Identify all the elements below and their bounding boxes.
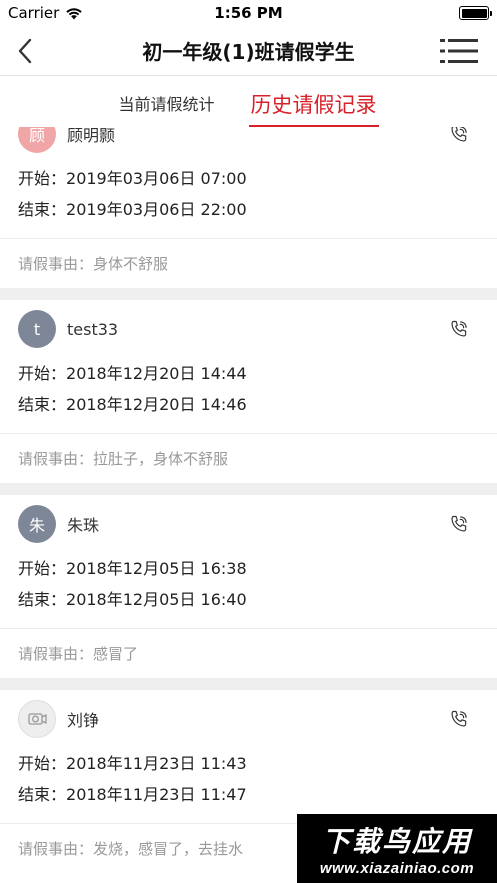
card-separator xyxy=(0,678,497,690)
leave-record-card: 顾 顾明颢 开始：2019年03月06日 07:00 结束：2019年03月06… xyxy=(0,127,497,288)
record-header: t test33 xyxy=(0,300,497,358)
end-time-row: 结束：2019年03月06日 22:00 xyxy=(0,194,497,225)
tab-history-leave[interactable]: 历史请假记录 xyxy=(248,89,379,127)
record-times: 开始：2019年03月06日 07:00 结束：2019年03月06日 22:0… xyxy=(0,163,497,238)
phone-icon[interactable] xyxy=(449,514,469,534)
start-time-row: 开始：2018年12月20日 14:44 xyxy=(0,358,497,389)
list-menu-icon xyxy=(440,39,478,63)
reason-label: 请假事由： xyxy=(18,450,94,468)
record-header: 刘铮 xyxy=(0,690,497,748)
start-time: 2018年11月23日 11:43 xyxy=(66,754,247,773)
avatar-initial: 朱 xyxy=(28,516,45,535)
status-bar: Carrier 1:56 PM xyxy=(0,0,497,26)
end-time-row: 结束：2018年12月05日 16:40 xyxy=(0,584,497,615)
card-separator xyxy=(0,483,497,495)
watermark-logo: 下载鸟应用 www.xiazainiao.com xyxy=(297,814,497,883)
card-separator xyxy=(0,288,497,300)
phone-icon[interactable] xyxy=(449,709,469,729)
reason-label: 请假事由： xyxy=(18,255,94,273)
page-title: 初一年级(1)班请假学生 xyxy=(142,40,355,64)
end-time: 2018年11月23日 11:47 xyxy=(66,785,247,804)
record-header: 朱 朱珠 xyxy=(0,495,497,553)
record-times: 开始：2018年12月05日 16:38 结束：2018年12月05日 16:4… xyxy=(0,553,497,628)
student-name: 顾明颢 xyxy=(67,127,116,145)
end-time-row: 结束：2018年12月20日 14:46 xyxy=(0,389,497,420)
tab-bar: 当前请假统计 历史请假记录 xyxy=(0,77,497,127)
end-label: 结束： xyxy=(18,785,67,804)
reason-text: 发烧，感冒了，去挂水 xyxy=(93,840,244,858)
avatar: 朱 xyxy=(18,505,56,543)
end-label: 结束： xyxy=(18,395,67,414)
avatar-initial: 顾 xyxy=(28,127,45,145)
phone-icon[interactable] xyxy=(449,127,469,144)
avatar: t xyxy=(18,310,56,348)
nav-bar: 初一年级(1)班请假学生 xyxy=(0,26,497,76)
reason-label: 请假事由： xyxy=(18,645,94,663)
avatar: 顾 xyxy=(18,127,56,153)
battery-icon xyxy=(459,6,492,20)
student-name: 刘铮 xyxy=(67,711,100,730)
default-avatar-icon xyxy=(28,713,47,725)
phone-icon[interactable] xyxy=(449,319,469,339)
avatar-initial: t xyxy=(33,319,41,339)
record-header: 顾 顾明颢 xyxy=(0,127,497,163)
end-time: 2019年03月06日 22:00 xyxy=(66,200,247,219)
record-times: 开始：2018年11月23日 11:43 结束：2018年11月23日 11:4… xyxy=(0,748,497,823)
reason-text: 感冒了 xyxy=(93,645,139,663)
leave-reason: 请假事由：身体不舒服 xyxy=(0,238,497,288)
start-time-row: 开始：2018年11月23日 11:43 xyxy=(0,748,497,779)
carrier-label: Carrier xyxy=(8,4,60,22)
status-left: Carrier xyxy=(8,4,83,22)
start-time-row: 开始：2019年03月06日 07:00 xyxy=(0,163,497,194)
leave-record-card: t test33 开始：2018年12月20日 14:44 结束：2018年12… xyxy=(0,300,497,483)
start-time-row: 开始：2018年12月05日 16:38 xyxy=(0,553,497,584)
tab-current-leave[interactable]: 当前请假统计 xyxy=(118,91,214,127)
record-times: 开始：2018年12月20日 14:44 结束：2018年12月20日 14:4… xyxy=(0,358,497,433)
leave-reason: 请假事由：感冒了 xyxy=(0,628,497,678)
start-label: 开始： xyxy=(18,559,67,578)
leave-record-list[interactable]: 顾 顾明颢 开始：2019年03月06日 07:00 结束：2019年03月06… xyxy=(0,127,497,883)
end-time-row: 结束：2018年11月23日 11:47 xyxy=(0,779,497,810)
start-time: 2019年03月06日 07:00 xyxy=(66,169,247,188)
start-label: 开始： xyxy=(18,364,67,383)
start-time: 2018年12月20日 14:44 xyxy=(66,364,247,383)
start-label: 开始： xyxy=(18,754,67,773)
menu-button[interactable] xyxy=(439,34,479,68)
student-name: test33 xyxy=(67,319,119,339)
back-button[interactable] xyxy=(8,34,42,68)
end-time: 2018年12月20日 14:46 xyxy=(66,395,247,414)
reason-label: 请假事由： xyxy=(18,840,94,858)
reason-text: 拉肚子，身体不舒服 xyxy=(93,450,229,468)
avatar xyxy=(18,700,56,738)
chevron-left-icon xyxy=(18,38,32,64)
end-label: 结束： xyxy=(18,590,67,609)
start-time: 2018年12月05日 16:38 xyxy=(66,559,247,578)
student-name: 朱珠 xyxy=(67,516,100,535)
watermark-title: 下载鸟应用 xyxy=(321,826,472,857)
end-time: 2018年12月05日 16:40 xyxy=(66,590,247,609)
leave-record-card: 朱 朱珠 开始：2018年12月05日 16:38 结束：2018年12月05日… xyxy=(0,495,497,678)
watermark-url: www.xiazainiao.com xyxy=(319,860,475,877)
reason-text: 身体不舒服 xyxy=(93,255,169,273)
start-label: 开始： xyxy=(18,169,67,188)
wifi-icon xyxy=(66,7,83,19)
leave-reason: 请假事由：拉肚子，身体不舒服 xyxy=(0,433,497,483)
end-label: 结束： xyxy=(18,200,67,219)
